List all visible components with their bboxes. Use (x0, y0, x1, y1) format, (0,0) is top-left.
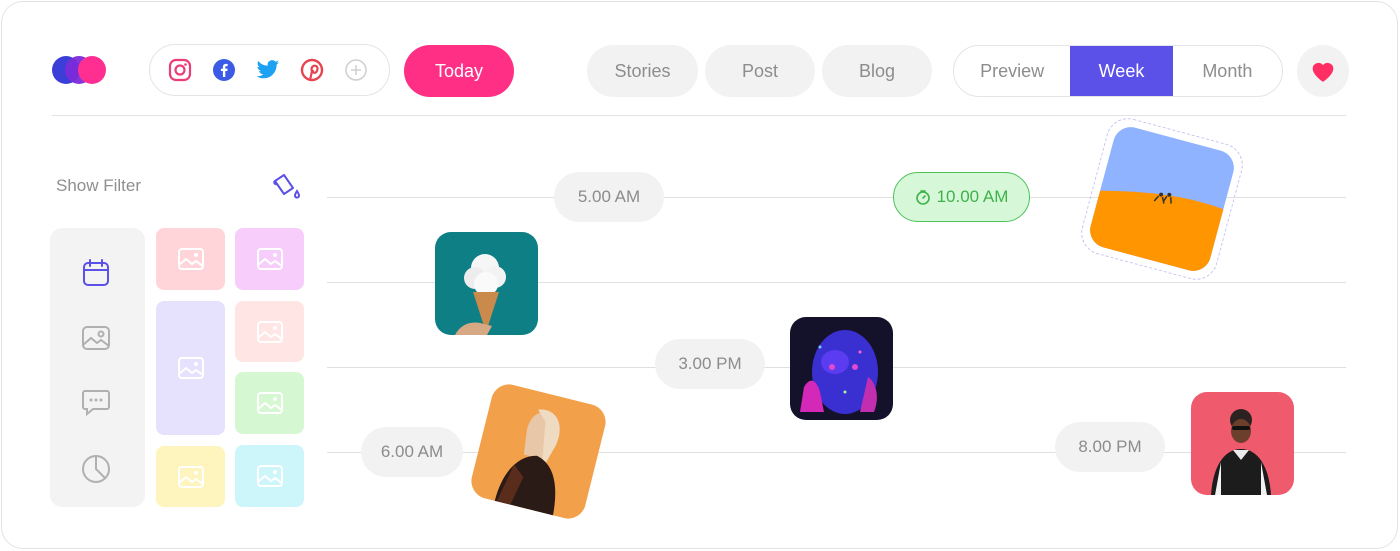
media-tile[interactable] (156, 446, 225, 507)
image-icon (177, 465, 204, 488)
time-slot-pill[interactable]: 5.00 AM (554, 172, 664, 222)
today-button[interactable]: Today (404, 45, 514, 97)
media-tile[interactable] (235, 445, 304, 507)
tab-blog[interactable]: Blog (822, 45, 932, 97)
show-filter-label[interactable]: Show Filter (56, 176, 141, 196)
media-tile[interactable] (156, 301, 225, 435)
timer-icon (915, 190, 930, 205)
view-month-button[interactable]: Month (1173, 46, 1282, 96)
add-icon[interactable] (344, 58, 368, 82)
favorite-button[interactable] (1297, 45, 1349, 97)
media-tile[interactable] (156, 228, 225, 290)
calendar-icon[interactable] (80, 257, 112, 289)
scheduled-post-thumbnail[interactable] (435, 232, 538, 335)
brand-logo[interactable] (52, 56, 106, 84)
instagram-icon[interactable] (168, 58, 192, 82)
image-icon[interactable] (80, 322, 112, 354)
paint-bucket-icon[interactable] (270, 172, 302, 202)
image-icon (177, 357, 204, 379)
time-label: 10.00 AM (936, 187, 1009, 206)
media-tile[interactable] (235, 301, 304, 362)
time-slot-pill[interactable]: 6.00 AM (361, 427, 463, 477)
tab-stories[interactable]: Stories (587, 45, 698, 97)
image-icon (177, 248, 204, 270)
image-icon (256, 320, 283, 343)
time-slot-pill[interactable]: 3.00 PM (655, 339, 765, 389)
scheduled-post-thumbnail[interactable] (790, 317, 893, 420)
image-icon (256, 392, 283, 414)
chat-icon[interactable] (80, 386, 112, 418)
tab-post[interactable]: Post (705, 45, 815, 97)
header-divider (52, 115, 1346, 116)
facebook-icon[interactable] (212, 58, 236, 82)
image-icon (256, 465, 283, 487)
image-icon (256, 248, 283, 270)
pinterest-icon[interactable] (300, 58, 324, 82)
heart-icon (1312, 62, 1334, 82)
time-slot-pill[interactable]: 8.00 PM (1055, 422, 1165, 472)
social-network-selector (149, 44, 390, 96)
twitter-icon[interactable] (256, 58, 280, 82)
time-slot-pill-active[interactable]: 10.00 AM (893, 172, 1030, 222)
media-tile[interactable] (235, 372, 304, 434)
media-tile[interactable] (235, 228, 304, 290)
pie-chart-icon[interactable] (80, 453, 112, 485)
view-preview-button[interactable]: Preview (954, 46, 1070, 96)
view-week-button[interactable]: Week (1070, 46, 1173, 96)
scheduled-post-thumbnail[interactable] (1191, 392, 1294, 495)
view-switcher: Preview Week Month (953, 45, 1283, 97)
sidebar (50, 228, 145, 507)
